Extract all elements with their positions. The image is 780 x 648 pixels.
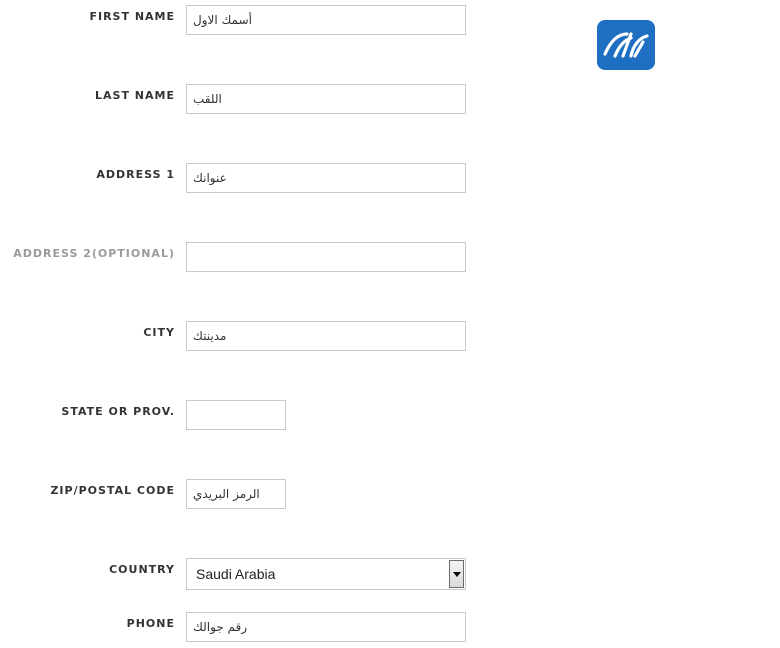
address1-label: ADDRESS 1 [96, 168, 175, 181]
city-input[interactable]: مدينتك [186, 321, 466, 351]
address1-input[interactable]: عنوانك [186, 163, 466, 193]
country-label: COUNTRY [109, 563, 175, 576]
address2-label: ADDRESS 2(OPTIONAL) [13, 247, 175, 260]
logo-mark-icon [603, 32, 649, 58]
last-name-input[interactable]: اللقب [186, 84, 466, 114]
address2-input[interactable] [186, 242, 466, 272]
state-label: STATE OR PROV. [61, 405, 175, 418]
city-label: CITY [143, 326, 175, 339]
zip-input[interactable]: الرمز البريدي [186, 479, 286, 509]
country-select[interactable]: Saudi Arabia [186, 558, 466, 590]
zip-label: ZIP/POSTAL CODE [50, 484, 175, 497]
site-logo-icon[interactable] [597, 20, 655, 70]
phone-input[interactable]: رقم جوالك [186, 612, 466, 642]
first-name-label: FIRST NAME [89, 10, 175, 23]
phone-label: PHONE [126, 617, 175, 630]
chevron-down-icon[interactable] [449, 560, 464, 588]
country-select-value: Saudi Arabia [196, 566, 276, 582]
first-name-input[interactable]: أسمك الاول [186, 5, 466, 35]
last-name-label: LAST NAME [95, 89, 175, 102]
state-input[interactable] [186, 400, 286, 430]
